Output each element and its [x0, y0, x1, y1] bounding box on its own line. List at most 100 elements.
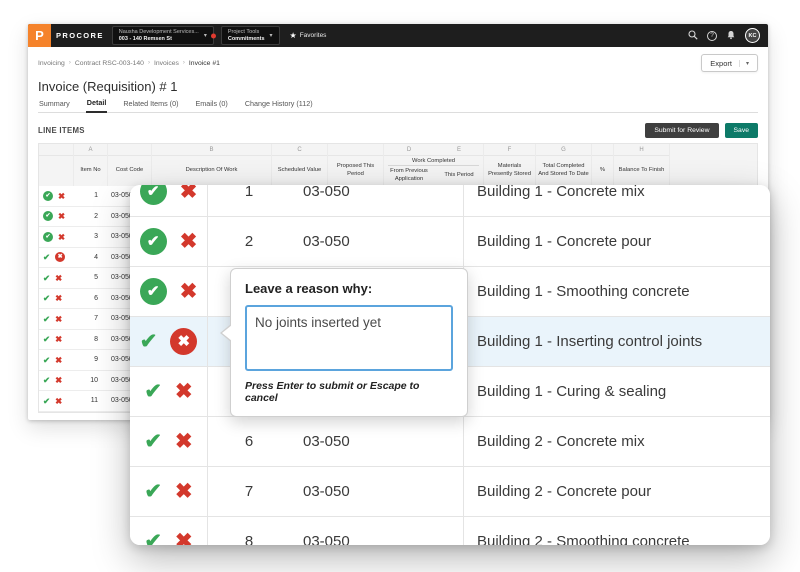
item-no-cell: 1	[207, 185, 290, 216]
popover-arrow	[222, 325, 232, 341]
breadcrumb-item-contract-rsc-003-140[interactable]: Contract RSC-003-140	[75, 60, 144, 67]
item-no-cell: 9	[94, 356, 98, 364]
reject-x-icon[interactable]: ✖	[58, 191, 65, 201]
column-letter: E	[456, 147, 461, 153]
description-cell: Building 2 - Concrete mix	[463, 417, 770, 466]
column-letter: H	[614, 144, 669, 156]
approve-check-icon[interactable]: ✔	[43, 253, 50, 262]
tab-detail[interactable]: Detail	[85, 96, 108, 113]
chevron-down-icon: ▾	[738, 59, 749, 67]
reason-input[interactable]: No joints inserted yet	[245, 305, 453, 371]
approve-check-icon[interactable]: ✔	[43, 211, 53, 222]
approve-check-icon[interactable]: ✔	[43, 314, 50, 324]
page-title: Invoice (Requisition) # 1	[38, 78, 178, 94]
procore-logo-icon[interactable]: P	[28, 24, 51, 47]
approve-check-icon[interactable]: ✔	[139, 185, 167, 205]
zoom-table-row[interactable]: ✔ ✖ 1 03-050 Building 1 - Concrete mix	[130, 185, 770, 217]
approve-check-icon[interactable]: ✔	[144, 481, 162, 502]
reject-x-icon[interactable]: ✖	[175, 531, 193, 545]
tab-emails-0[interactable]: Emails (0)	[194, 97, 228, 112]
company-selector[interactable]: Nausha Development Services... 003 - 140…	[111, 26, 216, 45]
breadcrumb-separator: ›	[68, 60, 71, 66]
item-no-cell: 11	[90, 397, 98, 405]
description-cell: Building 1 - Curing & sealing	[463, 367, 770, 416]
tab-related-items-0[interactable]: Related Items (0)	[122, 97, 179, 112]
search-icon[interactable]	[688, 27, 698, 45]
column-group-work-completed: D E Work Completed From Previous Applicatio…	[383, 144, 483, 186]
popover-title: Leave a reason why:	[245, 281, 373, 296]
approve-check-icon[interactable]: ✔	[139, 278, 167, 305]
reject-x-icon[interactable]: ✖	[180, 185, 198, 202]
approve-check-icon[interactable]: ✔	[43, 335, 50, 344]
reject-x-icon[interactable]: ✖	[55, 273, 62, 283]
column-header-item-no: Item No	[80, 167, 101, 174]
submit-for-review-button[interactable]: Submit for Review	[645, 122, 719, 138]
column-letter	[592, 144, 613, 156]
reject-x-icon[interactable]: ✖	[55, 355, 62, 365]
description-cell: Building 1 - Inserting control joints	[463, 317, 770, 366]
tab-summary[interactable]: Summary	[38, 97, 71, 112]
reject-x-icon[interactable]: ✖	[55, 294, 62, 303]
column-materials-presently-stored: F Materials Presently Stored	[483, 144, 535, 186]
project-tools-selector[interactable]: Project Tools Commitments ▾	[220, 26, 280, 45]
tab-change-history-112[interactable]: Change History (112)	[244, 97, 314, 112]
reject-x-icon[interactable]: ✖	[175, 481, 193, 502]
breadcrumb-separator: ›	[182, 60, 185, 66]
breadcrumb-item-invoices[interactable]: Invoices	[154, 60, 179, 67]
cost-code-cell: 03-050	[303, 233, 350, 250]
column-header-empty	[39, 156, 73, 186]
approve-check-icon[interactable]: ✔	[43, 273, 50, 283]
reject-reason-popover: Leave a reason why: No joints inserted y…	[220, 268, 468, 417]
favorites-button[interactable]: ★ Favorites	[290, 31, 327, 40]
approve-check-icon[interactable]: ✔	[43, 396, 50, 406]
reject-x-icon[interactable]: ✖	[170, 328, 198, 355]
reject-x-icon[interactable]: ✖	[180, 281, 198, 302]
item-no-cell: 8	[94, 335, 98, 343]
zoom-table-row[interactable]: ✔ ✖ 7 03-050 Building 2 - Concrete pour	[130, 467, 770, 517]
column-select	[39, 144, 73, 186]
chevron-down-icon: ▾	[269, 33, 273, 39]
item-no-cell: 6	[94, 294, 98, 302]
approve-check-icon[interactable]: ✔	[144, 381, 162, 402]
description-cell: Building 1 - Concrete mix	[463, 185, 770, 216]
cost-code-cell: 03-050	[303, 533, 350, 545]
reject-x-icon[interactable]: ✖	[180, 231, 198, 252]
reject-x-icon[interactable]: ✖	[55, 252, 66, 263]
column-header-total-completed-and-stored-to-date: Total Completed And Stored To Date	[538, 163, 589, 177]
approve-check-icon[interactable]: ✔	[139, 228, 167, 255]
bell-icon[interactable]	[726, 27, 736, 45]
approve-check-icon[interactable]: ✔	[43, 294, 50, 303]
reject-x-icon[interactable]: ✖	[175, 381, 193, 402]
item-no-cell: 10	[90, 376, 98, 384]
reject-x-icon[interactable]: ✖	[55, 376, 62, 385]
export-button[interactable]: Export ▾	[701, 54, 758, 72]
save-button[interactable]: Save	[724, 122, 758, 138]
column-proposed-this-period: Proposed This Period	[327, 144, 383, 186]
popover-hint: Press Enter to submit or Escape to cance…	[245, 380, 420, 404]
zoom-table-row[interactable]: ✔ ✖ 2 03-050 Building 1 - Concrete pour	[130, 217, 770, 267]
approve-check-icon[interactable]: ✔	[144, 431, 162, 452]
approve-check-icon[interactable]: ✔	[140, 331, 158, 352]
help-icon[interactable]: ?	[707, 30, 717, 41]
approve-check-icon[interactable]: ✔	[43, 231, 53, 242]
approve-check-icon[interactable]: ✔	[43, 376, 50, 385]
zoom-table-row[interactable]: ✔ ✖ 6 03-050 Building 2 - Concrete mix	[130, 417, 770, 467]
approve-check-icon[interactable]: ✔	[144, 531, 162, 545]
zoom-table-row[interactable]: ✔ ✖ 8 03-050 Building 2 - Smoothing concrete	[130, 517, 770, 545]
column-letter: B	[152, 144, 271, 156]
approve-check-icon[interactable]: ✔	[43, 190, 53, 201]
reject-x-icon[interactable]: ✖	[58, 212, 65, 221]
column-item-no: A Item No	[73, 144, 107, 186]
cost-code-cell: 03-050	[303, 483, 350, 500]
breadcrumb-item-invoicing[interactable]: Invoicing	[38, 60, 65, 67]
reject-x-icon[interactable]: ✖	[175, 431, 193, 452]
user-avatar[interactable]: KC	[745, 28, 760, 43]
breadcrumb-separator: ›	[147, 60, 150, 66]
reject-x-icon[interactable]: ✖	[55, 335, 62, 344]
reject-x-icon[interactable]: ✖	[55, 314, 62, 324]
column-header-materials-presently-stored: Materials Presently Stored	[488, 163, 531, 177]
approve-check-icon[interactable]: ✔	[43, 355, 50, 365]
reject-x-icon[interactable]: ✖	[58, 232, 65, 242]
reject-x-icon[interactable]: ✖	[55, 396, 62, 406]
column-header-proposed-this-period: Proposed This Period	[336, 163, 375, 177]
